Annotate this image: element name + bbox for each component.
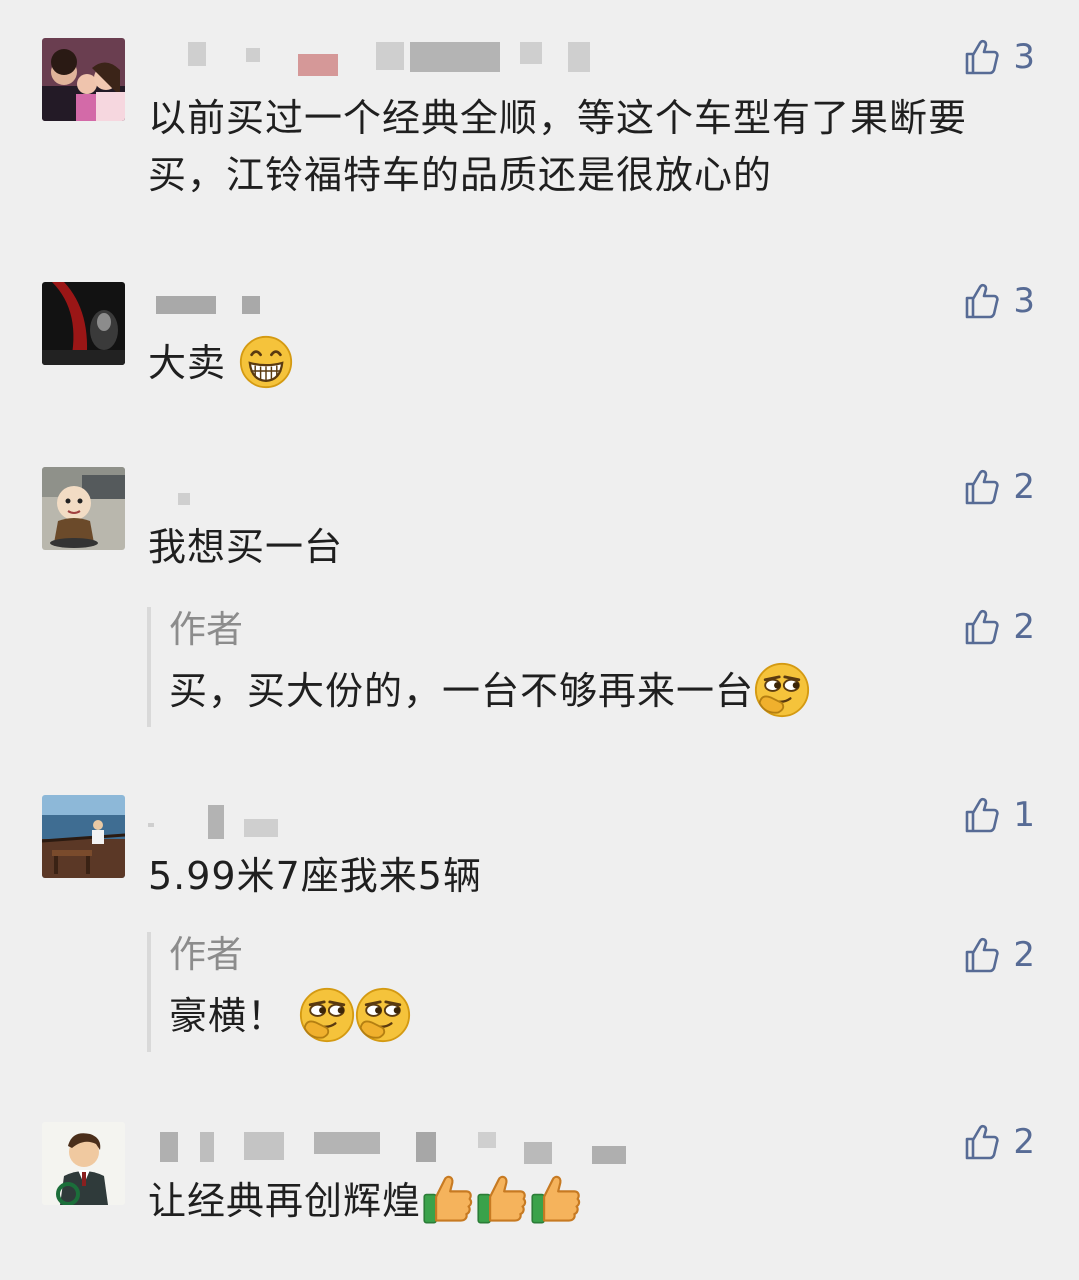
smirk-emoji-icon [299,987,355,1043]
thumbs-up-icon [961,935,1001,975]
like-count: 2 [1013,935,1035,975]
author-reply: 作者 豪横！ [147,932,1041,1052]
reply-text-content: 买，买大份的，一台不够再来一台 [169,669,755,713]
avatar-photo [42,467,125,550]
reply-author: 作者 [169,608,243,651]
thumbs-up-icon [961,795,1001,835]
avatar-photo [42,1122,125,1205]
smirk-emoji-icon [355,987,411,1043]
comment-text: 大卖 [148,335,1038,392]
comment-text: 以前买过一个经典全顺，等这个车型有了果断要买，江铃福特车的品质还是很放心的 [148,96,968,197]
like-count: 2 [1013,1122,1035,1162]
like-count: 2 [1013,607,1035,647]
smirk-emoji-icon [754,662,810,718]
username-redacted[interactable] [148,296,278,326]
username-redacted[interactable] [148,487,208,517]
comment: 2 让经典再创辉煌 [0,1100,1079,1280]
comment-text: 5.99米7座我来5辆 [148,854,482,898]
username-redacted[interactable] [148,805,298,839]
comment-text: 我想买一台 [148,525,344,569]
like-button[interactable]: 1 [961,793,1035,837]
reply-text: 买，买大份的，一台不够再来一台 [169,663,810,719]
avatar[interactable] [42,795,125,878]
author-reply: 作者 买，买大份的，一台不够再来一台 [147,607,1041,727]
thumbs-up-emoji-icon [421,1173,475,1227]
comment: 2 我想买一台 作者 买，买大份的，一台不够再来一台 2 [0,445,1079,755]
thumbs-up-emoji-icon [475,1173,529,1227]
comment-text: 让经典再创辉煌 [148,1173,1038,1230]
avatar-photo [42,795,125,878]
thumbs-up-icon [961,37,1001,77]
avatar-photo [42,282,125,365]
reply-like-button[interactable]: 2 [961,933,1035,977]
like-count: 2 [1013,467,1035,507]
grin-emoji-icon [239,335,293,389]
reply-author: 作者 [169,933,243,976]
username-redacted[interactable] [148,42,598,76]
like-button[interactable]: 2 [961,1120,1035,1164]
avatar[interactable] [42,1122,125,1205]
comment: 1 5.99米7座我来5辆 作者 豪横！ 2 [0,775,1079,1080]
thumbs-up-icon [961,281,1001,321]
comment: 3 以前买过一个经典全顺，等这个车型有了果断要买，江铃福特车的品质还是很放心的 [0,0,1079,230]
reply-like-button[interactable]: 2 [961,605,1035,649]
thumbs-up-icon [961,607,1001,647]
avatar[interactable] [42,38,125,121]
reply-text: 豪横！ [169,988,411,1044]
avatar[interactable] [42,282,125,365]
like-button[interactable]: 3 [961,279,1035,323]
like-button[interactable]: 2 [961,465,1035,509]
reply-text-content: 豪横！ [169,994,287,1038]
comment-text-content: 大卖 [148,341,227,385]
username-redacted[interactable] [148,1132,628,1164]
avatar-photo [42,38,125,121]
like-button[interactable]: 3 [961,35,1035,79]
like-count: 3 [1013,37,1035,77]
like-count: 1 [1013,795,1035,835]
thumbs-up-icon [961,467,1001,507]
thumbs-up-icon [961,1122,1001,1162]
avatar[interactable] [42,467,125,550]
thumbs-up-emoji-icon [529,1173,583,1227]
comment: 3 大卖 [0,260,1079,410]
like-count: 3 [1013,281,1035,321]
comment-text-content: 让经典再创辉煌 [148,1179,422,1223]
